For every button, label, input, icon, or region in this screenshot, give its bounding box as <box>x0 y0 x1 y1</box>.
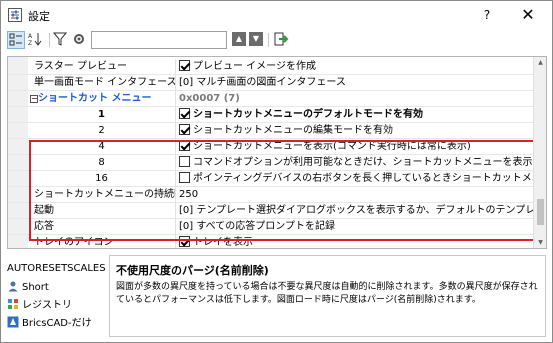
setting-label: 起動 <box>8 203 176 219</box>
settings-gear-button[interactable] <box>71 31 89 49</box>
setting-label: 応答 <box>8 219 176 235</box>
bit-value[interactable]: ポインティングデバイスの右ボタンを長く押しているときショートカットメニューの表示… <box>177 171 533 187</box>
table-row[interactable]: 起動 [0] テンプレート選択ダイアログボックスを表示するか、デフォルトのテンプ… <box>8 203 533 219</box>
category-row-shortcut-menu[interactable]: − ショートカット メニュー 0x0007 (7) <box>8 91 533 107</box>
registry-icon <box>8 299 18 309</box>
description-title: 不使用尺度のパージ(名前削除) <box>116 264 269 277</box>
sort-az-icon: A Z <box>28 33 42 47</box>
setting-label: 単一画面モード インタフェース <box>8 75 176 91</box>
info-short: Short <box>7 280 49 294</box>
svg-text:A: A <box>28 33 33 40</box>
bit-value[interactable]: ショートカットメニューを表示(コマンド実行時には常に表示) <box>177 139 533 155</box>
info-short-label: Short <box>22 282 49 293</box>
category-label: ショートカット メニュー <box>8 91 176 107</box>
settings-app-icon <box>8 8 22 22</box>
settings-window: 設定 ? ✕ A Z ▲ ▼ ラスター プレビュー プレビュー イメージを作成 … <box>0 0 553 343</box>
bit-label: 8 <box>8 155 176 171</box>
bit-value[interactable]: コマンドオプションが利用可能なときだけ、ショートカットメニューを表示 <box>177 155 533 171</box>
setting-value[interactable]: 250 <box>177 187 533 203</box>
search-input[interactable] <box>91 31 227 49</box>
info-registry: レジストリ <box>7 298 72 312</box>
scrollbar-thumb[interactable] <box>537 199 544 225</box>
table-row[interactable]: 応答 [0] すべての応答プロンプトを記録 <box>8 219 533 235</box>
setting-value-text: トレイを表示 <box>193 237 253 248</box>
category-value: 0x0007 (7) <box>179 93 240 104</box>
setting-value[interactable]: [0] マルチ画面の図面インタフェース <box>177 75 533 91</box>
setting-value-text: プレビュー イメージを作成 <box>193 61 316 72</box>
export-button[interactable] <box>273 31 291 49</box>
setting-value[interactable]: トレイを表示 <box>177 235 533 248</box>
table-row[interactable]: 4 ショートカットメニューを表示(コマンド実行時には常に表示) <box>8 139 533 155</box>
help-button[interactable]: ? <box>475 5 499 25</box>
vertical-scrollbar[interactable]: ▲ ▼ <box>533 57 546 248</box>
info-bricscad-label: BricsCAD-だけ <box>22 318 92 329</box>
info-bricscad: BricsCAD-だけ <box>7 316 92 330</box>
toolbar-separator <box>268 33 269 47</box>
table-row[interactable]: トレイのアイコン トレイを表示 <box>8 235 533 248</box>
filter-icon <box>52 32 68 46</box>
table-row[interactable]: ラスター プレビュー プレビュー イメージを作成 <box>8 59 533 75</box>
setting-label: ショートカットメニューの持続時間 <box>8 187 176 203</box>
gear-icon <box>74 34 84 44</box>
description-panel: 不使用尺度のパージ(名前削除) 図面が多数の異尺度を持っている場合は不要な異尺度… <box>109 255 546 337</box>
bit-label: 1 <box>8 107 176 123</box>
bit-value-text: ショートカットメニューを表示(コマンド実行時には常に表示) <box>193 141 471 152</box>
bit-value-text: ショートカットメニューのデフォルトモードを有効 <box>193 109 423 120</box>
variable-name: AUTORESETSCALES <box>7 263 106 274</box>
search-next-button[interactable]: ▼ <box>249 32 263 46</box>
svg-text:Z: Z <box>28 40 32 47</box>
settings-grid: ラスター プレビュー プレビュー イメージを作成 単一画面モード インタフェース… <box>7 56 547 249</box>
user-icon <box>8 281 18 292</box>
checkbox[interactable] <box>179 140 190 151</box>
search-previous-button[interactable]: ▲ <box>232 32 246 46</box>
title-bar: 設定 ? ✕ <box>1 1 552 29</box>
table-row[interactable]: 1 ショートカットメニューのデフォルトモードを有効 <box>8 107 533 123</box>
alphabetical-view-button[interactable]: A Z <box>27 31 45 49</box>
export-icon <box>274 32 289 46</box>
setting-label: トレイのアイコン <box>8 235 176 248</box>
toolbar: A Z ▲ ▼ <box>1 29 552 51</box>
setting-value[interactable]: [0] すべての応答プロンプトを記録 <box>177 219 533 235</box>
window-title: 設定 <box>28 10 50 23</box>
setting-value[interactable]: [0] テンプレート選択ダイアログボックスを表示するか、デフォルトのテンプレート… <box>177 203 533 219</box>
bricscad-icon <box>7 316 19 328</box>
table-row[interactable]: 単一画面モード インタフェース [0] マルチ画面の図面インタフェース <box>8 75 533 91</box>
setting-label: ラスター プレビュー <box>8 59 176 75</box>
table-row[interactable]: ショートカットメニューの持続時間 250 <box>8 187 533 203</box>
description-text: 図面が多数の異尺度を持っている場合は不要な異尺度は自動的に削除されます。多数の異… <box>116 282 538 305</box>
bit-value-text: ポインティングデバイスの右ボタンを長く押しているときショートカットメニューの表示… <box>193 173 533 184</box>
categorized-icon <box>9 33 22 46</box>
bit-value[interactable]: ショートカットメニューのデフォルトモードを有効 <box>177 107 533 123</box>
categorized-view-button[interactable] <box>7 31 25 49</box>
checkbox[interactable] <box>179 108 190 119</box>
checkbox[interactable] <box>179 124 190 135</box>
bit-label: 16 <box>8 171 176 187</box>
table-row[interactable]: 8 コマンドオプションが利用可能なときだけ、ショートカットメニューを表示 <box>8 155 533 171</box>
bit-value-text: ショートカットメニューの編集モードを有効 <box>193 125 393 136</box>
filter-button[interactable] <box>52 31 71 49</box>
table-row[interactable]: 2 ショートカットメニューの編集モードを有効 <box>8 123 533 139</box>
checkbox[interactable] <box>179 156 190 167</box>
close-button[interactable]: ✕ <box>513 5 543 25</box>
bit-label: 4 <box>8 139 176 155</box>
checkbox[interactable] <box>179 60 190 71</box>
info-registry-label: レジストリ <box>22 300 72 311</box>
bit-value-text: コマンドオプションが利用可能なときだけ、ショートカットメニューを表示 <box>193 157 533 168</box>
checkbox[interactable] <box>179 236 190 247</box>
toolbar-separator <box>49 33 50 47</box>
bit-value[interactable]: ショートカットメニューの編集モードを有効 <box>177 123 533 139</box>
setting-value[interactable]: プレビュー イメージを作成 <box>177 59 533 75</box>
bit-label: 2 <box>8 123 176 139</box>
scroll-up-icon[interactable]: ▲ <box>536 59 545 66</box>
table-row[interactable]: 16 ポインティングデバイスの右ボタンを長く押しているときショートカットメニュー… <box>8 171 533 187</box>
scroll-down-icon[interactable]: ▼ <box>536 239 545 246</box>
checkbox[interactable] <box>179 172 190 183</box>
